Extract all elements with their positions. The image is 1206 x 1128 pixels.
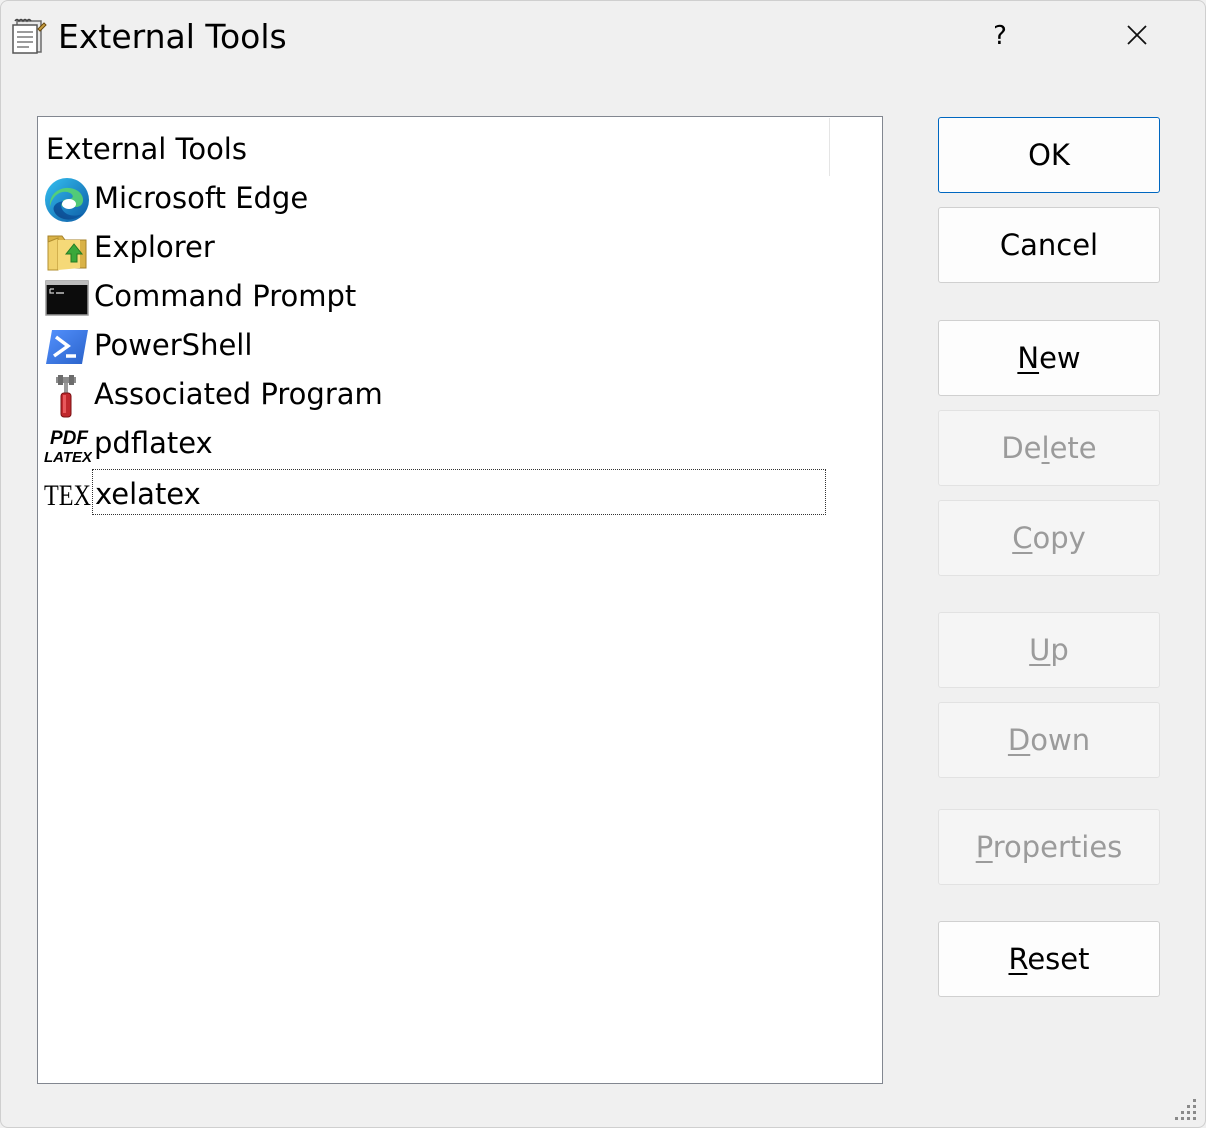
reset-button[interactable]: Reset xyxy=(938,921,1160,997)
list-item-label: Associated Program xyxy=(94,377,383,411)
external-tools-dialog: External Tools ? External Tools Microsof… xyxy=(0,0,1206,1128)
list-item-label: PowerShell xyxy=(94,328,253,362)
list-item-label: Microsoft Edge xyxy=(94,181,309,215)
properties-button[interactable]: Properties xyxy=(938,809,1160,885)
reset-button-label-post: eset xyxy=(1027,942,1090,976)
pdflatex-icon-text-latex: LATEX xyxy=(44,449,92,466)
properties-button-label-post: roperties xyxy=(992,830,1123,864)
copy-button-accel: C xyxy=(1012,521,1033,555)
delete-button-label-pre: De xyxy=(1001,431,1042,465)
properties-button-accel: P xyxy=(975,830,993,864)
down-button-accel: D xyxy=(1007,723,1031,757)
list-item-powershell[interactable]: PowerShell xyxy=(42,322,830,370)
explorer-icon xyxy=(44,226,90,272)
tools-icon xyxy=(44,373,90,419)
list-item-microsoft-edge[interactable]: Microsoft Edge xyxy=(42,175,830,223)
help-button[interactable]: ? xyxy=(971,9,1029,63)
copy-button[interactable]: Copy xyxy=(938,500,1160,576)
up-button[interactable]: Up xyxy=(938,612,1160,688)
command-prompt-icon xyxy=(44,275,90,321)
list-item-label: Explorer xyxy=(94,230,215,264)
tex-icon: TEX xyxy=(44,471,91,517)
list-item-label: pdflatex xyxy=(94,426,213,460)
delete-button-label-post: ete xyxy=(1049,431,1097,465)
powershell-icon xyxy=(44,324,90,370)
reset-button-accel: R xyxy=(1008,942,1028,976)
window-title: External Tools xyxy=(58,17,287,56)
resize-grip-icon[interactable] xyxy=(1175,1097,1199,1121)
list-item-pdflatex[interactable]: PDF LATEX pdflatex xyxy=(42,420,830,468)
list-item-associated-program[interactable]: Associated Program xyxy=(42,371,830,419)
ok-button[interactable]: OK xyxy=(938,117,1160,193)
pdflatex-icon: PDF LATEX xyxy=(44,422,93,468)
tex-icon-text: TEX xyxy=(44,479,91,512)
delete-button-accel: l xyxy=(1041,431,1050,465)
down-button[interactable]: Down xyxy=(938,702,1160,778)
title-bar[interactable]: External Tools ? xyxy=(1,1,1205,73)
tools-listbox[interactable]: External Tools Microsoft Edge Explorer C… xyxy=(37,116,883,1084)
list-column-header[interactable]: External Tools xyxy=(46,129,247,169)
list-item-explorer[interactable]: Explorer xyxy=(42,224,830,272)
new-button[interactable]: New xyxy=(938,320,1160,396)
column-divider[interactable] xyxy=(829,118,830,176)
up-button-accel: U xyxy=(1029,633,1051,667)
edge-icon xyxy=(44,177,90,223)
notepad-icon xyxy=(11,17,47,55)
cancel-button[interactable]: Cancel xyxy=(938,207,1160,283)
delete-button[interactable]: Delete xyxy=(938,410,1160,486)
down-button-label-post: own xyxy=(1030,723,1091,757)
list-item-command-prompt[interactable]: Command Prompt xyxy=(42,273,830,321)
copy-button-label-post: opy xyxy=(1032,521,1086,555)
list-item-xelatex[interactable]: TEX xelatex xyxy=(42,469,830,517)
pdflatex-icon-text-pdf: PDF xyxy=(50,428,89,449)
close-button[interactable] xyxy=(1106,9,1168,63)
close-icon xyxy=(1127,25,1147,45)
new-button-accel: N xyxy=(1017,341,1040,375)
list-item-label: xelatex xyxy=(92,469,826,515)
new-button-label-post: ew xyxy=(1039,341,1081,375)
list-item-label: Command Prompt xyxy=(94,279,357,313)
up-button-label-post: p xyxy=(1050,633,1069,667)
